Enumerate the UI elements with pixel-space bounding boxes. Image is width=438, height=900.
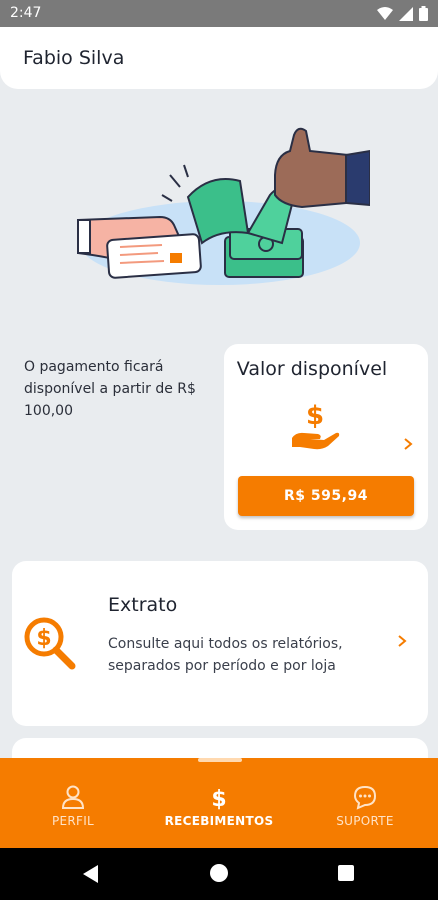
extrato-title: Extrato: [108, 594, 178, 616]
svg-text:$: $: [36, 626, 51, 651]
chat-icon: [353, 785, 377, 810]
status-time: 2:47: [10, 5, 42, 21]
dollar-icon: $: [211, 787, 226, 810]
nav-suporte[interactable]: SUPORTE: [292, 784, 438, 828]
app-header: Fabio Silva: [0, 27, 438, 89]
nav-suporte-label: SUPORTE: [336, 814, 394, 828]
person-icon: [61, 785, 85, 809]
active-tab-indicator: [198, 758, 242, 762]
balance-amount-button[interactable]: R$ 595,94: [238, 476, 414, 516]
battery-icon: [419, 6, 428, 21]
nav-recebimentos-label: RECEBIMENTOS: [164, 814, 274, 828]
home-icon[interactable]: [210, 864, 228, 882]
wifi-icon: [377, 6, 393, 20]
available-balance-card[interactable]: Valor disponível $ R$ 595,94: [224, 344, 428, 530]
chevron-right-icon: [404, 438, 413, 450]
svg-text:$: $: [306, 401, 324, 431]
bottom-nav: PERFIL $ RECEBIMENTOS SUPORTE: [0, 758, 438, 848]
balance-title: Valor disponível: [236, 358, 388, 380]
svg-text:$: $: [211, 787, 226, 810]
payment-illustration: [77, 127, 370, 285]
nav-perfil[interactable]: PERFIL: [0, 784, 146, 828]
nav-perfil-label: PERFIL: [51, 814, 95, 828]
status-bar: 2:47: [0, 0, 438, 27]
signal-icon: [399, 6, 413, 21]
search-dollar-icon: $: [24, 617, 76, 670]
extrato-description: Consulte aqui todos os relatórios, separ…: [108, 636, 343, 674]
money-hand-icon: $: [292, 401, 340, 450]
user-name: Fabio Silva: [23, 47, 125, 69]
nav-recebimentos[interactable]: $ RECEBIMENTOS: [146, 784, 292, 828]
chevron-right-icon: [398, 635, 407, 647]
status-icons: [377, 6, 428, 21]
extrato-card[interactable]: $ Extrato Consulte aqui todos os relatór…: [12, 561, 428, 726]
recents-icon[interactable]: [338, 865, 354, 881]
system-nav-bar: [0, 848, 438, 900]
back-icon[interactable]: [82, 864, 100, 884]
payment-info-text: O pagamento ficará disponível a partir d…: [24, 359, 196, 419]
